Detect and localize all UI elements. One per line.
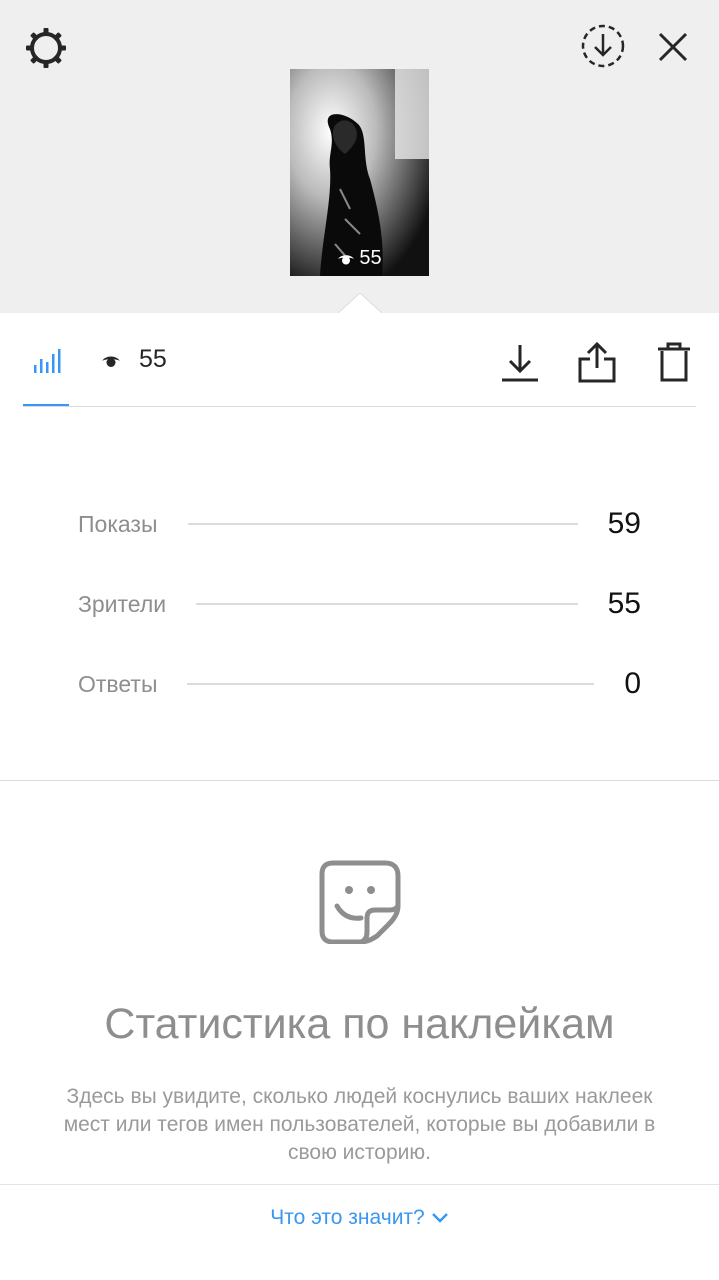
tabs-divider	[23, 406, 696, 407]
thumbnail-pointer	[337, 293, 383, 315]
eye-icon	[102, 356, 120, 367]
circle-download-icon	[581, 24, 625, 68]
stat-leader-line	[187, 683, 595, 685]
stat-label: Ответы	[78, 670, 158, 697]
section-divider	[0, 780, 719, 781]
download-button[interactable]	[498, 340, 542, 384]
share-button[interactable]	[575, 340, 619, 384]
help-link-label: Что это значит?	[270, 1206, 425, 1229]
thumbnail-views-label: 55	[359, 247, 382, 269]
thumbnail-view-count: 55	[290, 247, 429, 270]
stat-value: 59	[607, 507, 641, 540]
stat-row-reach: Зрители 55	[78, 584, 641, 624]
stat-value: 55	[607, 587, 641, 620]
eye-icon	[338, 254, 355, 264]
share-icon	[578, 341, 616, 383]
bar-chart-icon	[34, 349, 61, 373]
chevron-down-icon	[431, 1213, 448, 1223]
stat-leader-line	[187, 523, 578, 525]
gear-icon	[26, 28, 66, 68]
close-button[interactable]	[653, 27, 693, 67]
footer-divider	[0, 1184, 719, 1185]
sticker-insights-title: Статистика по наклейкам	[104, 1000, 615, 1048]
what-does-this-mean-link[interactable]: Что это значит?	[0, 1206, 719, 1230]
tab-insights[interactable]	[26, 340, 66, 380]
stat-leader-line	[196, 603, 578, 605]
story-thumbnail[interactable]: 55	[290, 69, 429, 276]
trash-icon	[658, 342, 690, 382]
stat-row-replies: Ответы 0	[78, 664, 641, 704]
tab-viewers[interactable]	[98, 348, 124, 374]
delete-button[interactable]	[652, 340, 696, 384]
sticker-icon	[319, 860, 401, 944]
sticker-insights-description: Здесь вы увидите, сколько людей коснулис…	[63, 1085, 656, 1164]
viewers-count[interactable]: 55	[139, 345, 167, 374]
download-icon	[502, 345, 538, 382]
stat-label: Показы	[78, 510, 158, 537]
story-photo	[290, 69, 429, 276]
settings-button[interactable]	[22, 24, 70, 72]
close-icon	[658, 32, 688, 62]
sticker-icon-wrapper	[318, 860, 402, 944]
download-all-button[interactable]	[579, 22, 627, 70]
stat-row-impressions: Показы 59	[78, 504, 641, 544]
stat-label: Зрители	[78, 590, 167, 617]
stat-value: 0	[624, 667, 641, 700]
